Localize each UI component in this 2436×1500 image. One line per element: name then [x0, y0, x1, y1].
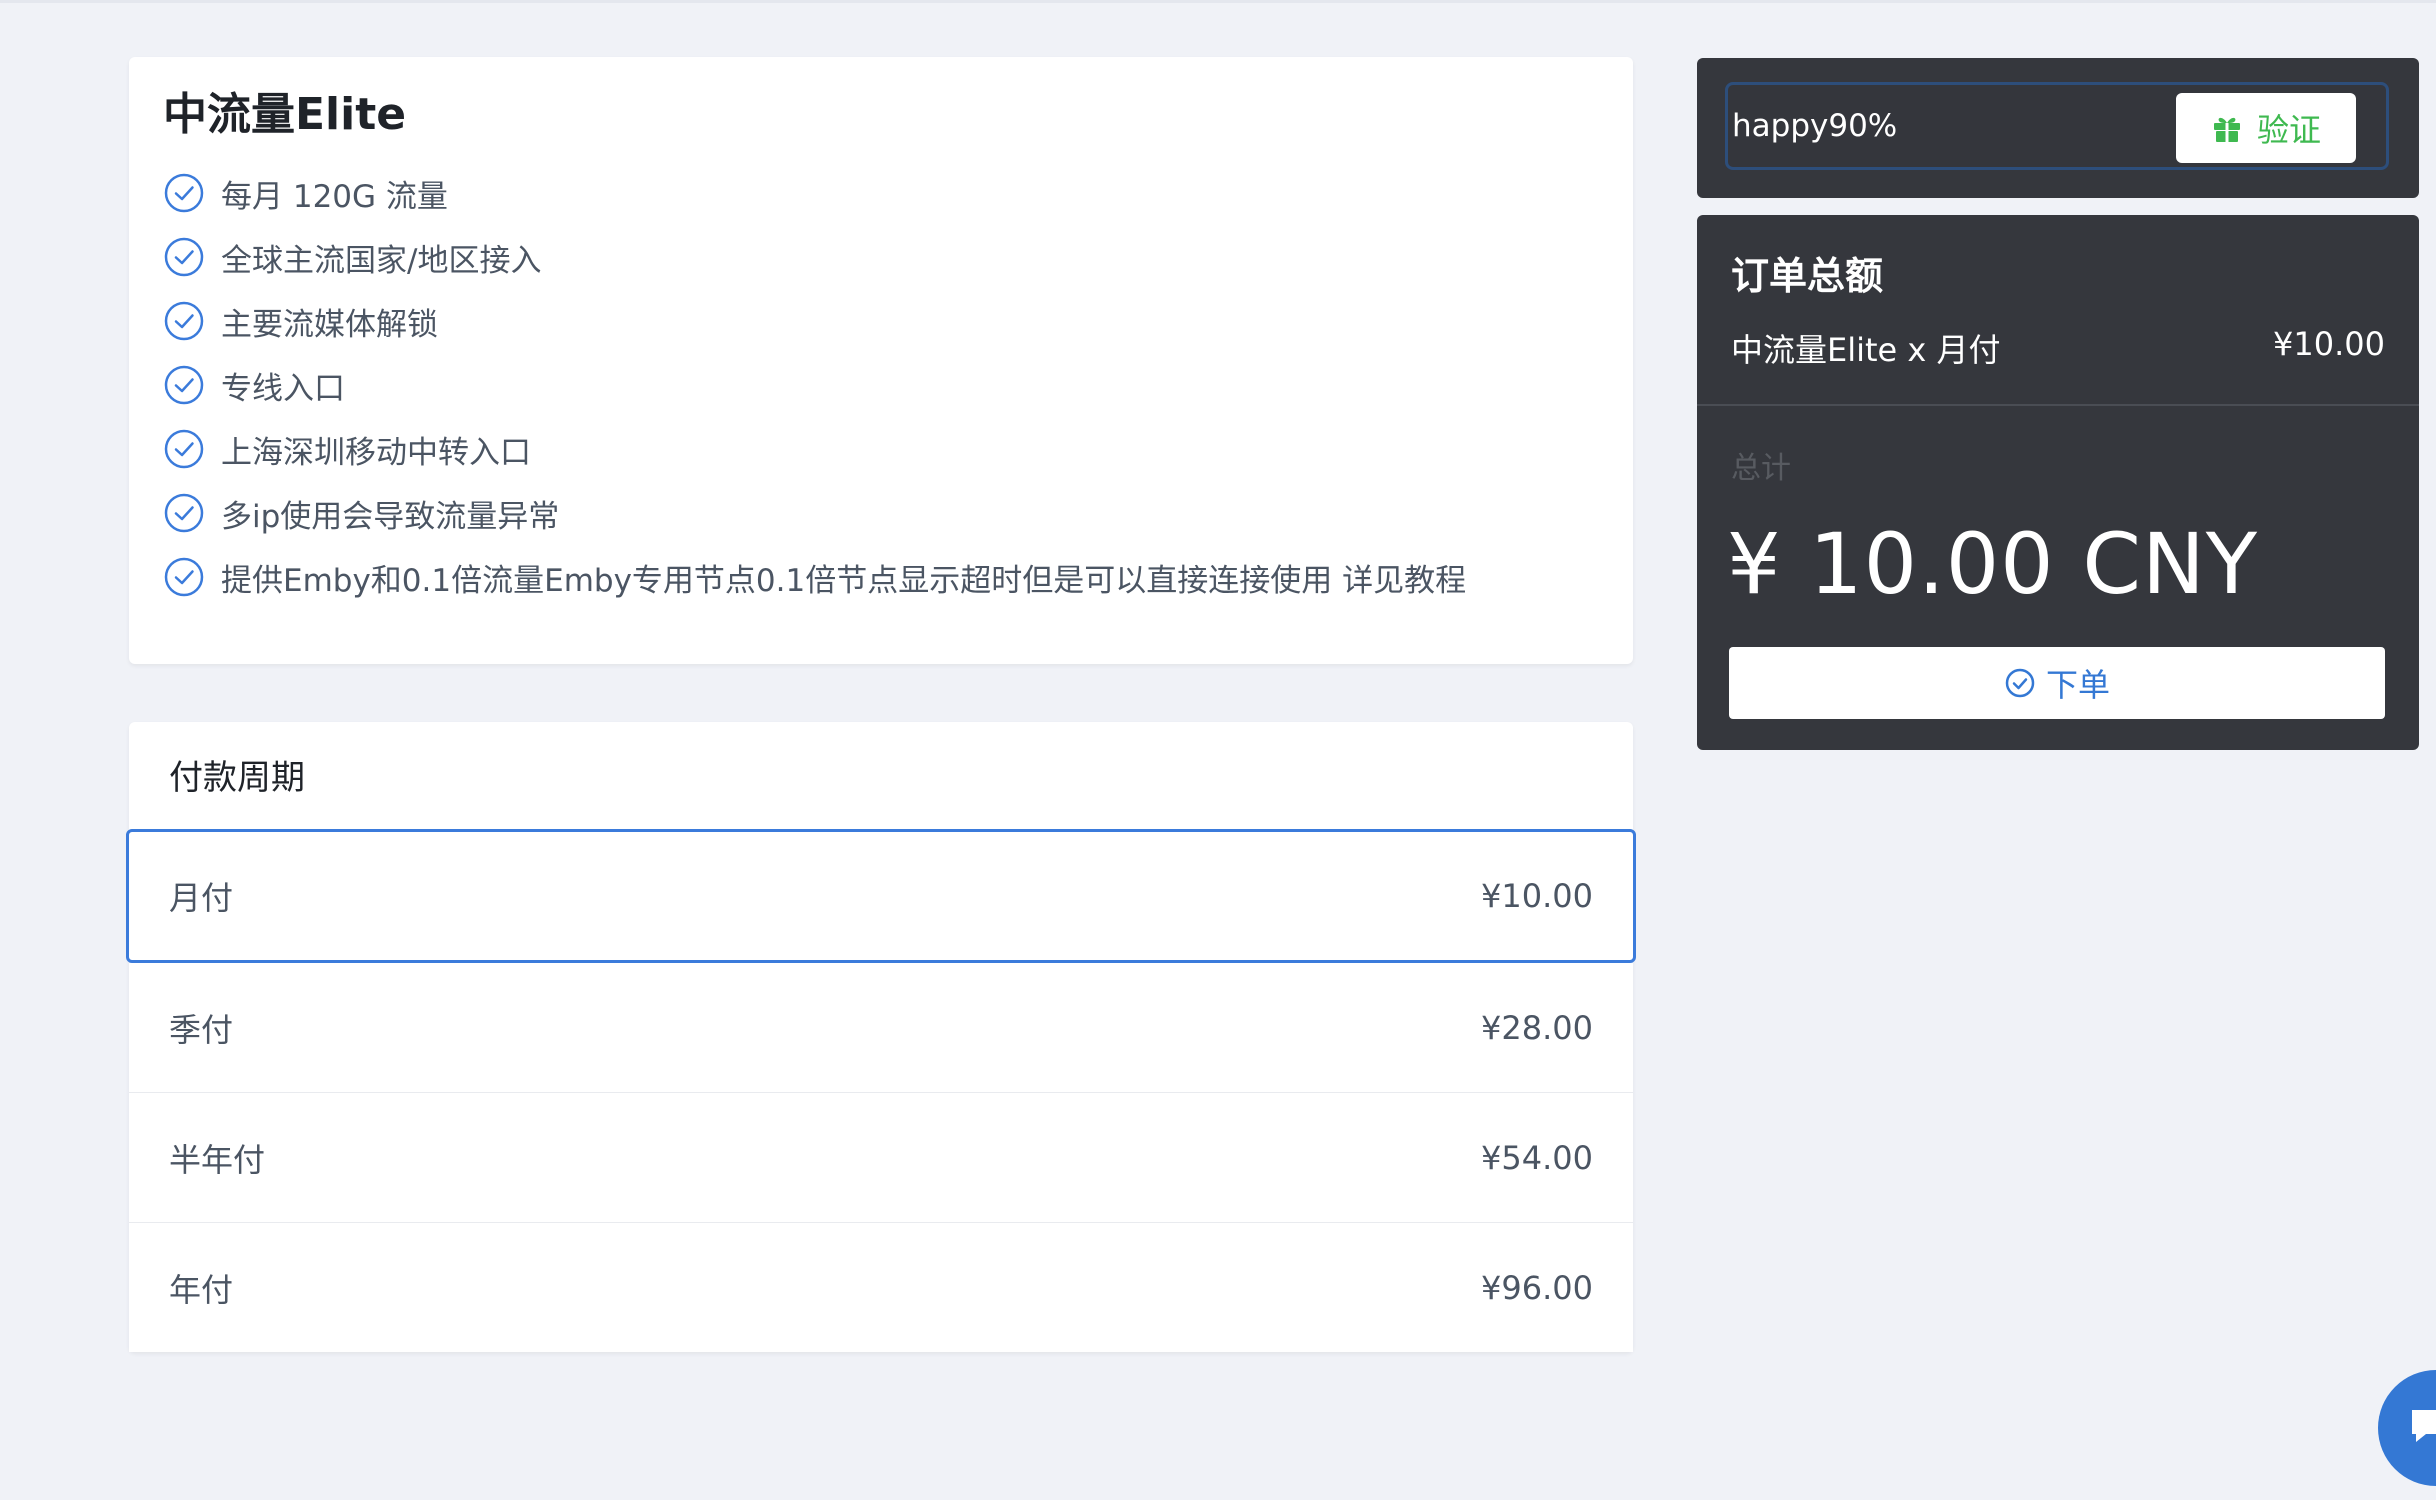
- period-option-price: ¥96.00: [1481, 1268, 1593, 1307]
- period-option-price: ¥10.00: [1481, 877, 1593, 915]
- total-amount: ¥ 10.00 CNY: [1727, 515, 2259, 613]
- feature-text: 专线入口: [221, 370, 345, 407]
- total-label: 总计: [1731, 451, 1791, 486]
- period-option-name: 月付: [169, 879, 234, 917]
- summary-divider: [1697, 404, 2419, 406]
- check-circle-icon: [164, 557, 204, 597]
- order-line-name: 中流量Elite x 月付: [1731, 331, 2001, 369]
- order-line-price: ¥10.00: [2273, 325, 2385, 363]
- feature-item: 上海深圳移动中转入口: [163, 417, 1599, 481]
- check-circle-icon: [164, 237, 204, 277]
- place-order-label: 下单: [2045, 666, 2110, 704]
- period-option-yearly[interactable]: 年付 ¥96.00: [129, 1222, 1633, 1352]
- feature-text: 主要流媒体解锁: [221, 306, 438, 343]
- check-circle-icon: [2005, 668, 2035, 698]
- period-option-name: 年付: [169, 1270, 234, 1309]
- gift-icon: [2213, 117, 2240, 142]
- feature-text: 上海深圳移动中转入口: [221, 434, 531, 471]
- order-line-item: 中流量Elite x 月付 ¥10.00: [1731, 325, 2385, 371]
- check-circle-icon: [164, 429, 204, 469]
- verify-button-label: 验证: [2256, 111, 2321, 149]
- coupon-input[interactable]: [1728, 85, 2176, 167]
- coupon-card: 验证: [1697, 58, 2419, 198]
- feature-item: 提供Emby和0.1倍流量Emby专用节点0.1倍节点显示超时但是可以直接连接使…: [163, 545, 1599, 609]
- period-option-name: 半年付: [169, 1140, 266, 1179]
- period-option-name: 季付: [169, 1010, 234, 1049]
- payment-period-card: 付款周期 月付 ¥10.00 季付 ¥28.00 半年付 ¥54.00 年付 ¥…: [126, 722, 1636, 1352]
- check-circle-icon: [164, 365, 204, 405]
- chat-button[interactable]: [2378, 1370, 2436, 1486]
- place-order-button[interactable]: 下单: [1729, 647, 2385, 719]
- check-circle-icon: [164, 173, 204, 213]
- feature-item: 多ip使用会导致流量异常: [163, 481, 1599, 545]
- period-option-quarterly[interactable]: 季付 ¥28.00: [129, 962, 1633, 1092]
- period-option-price: ¥28.00: [1481, 1008, 1593, 1047]
- coupon-input-group: 验证: [1725, 82, 2389, 170]
- order-summary-card: 订单总额 中流量Elite x 月付 ¥10.00 总计 ¥ 10.00 CNY…: [1697, 215, 2419, 750]
- feature-text: 多ip使用会导致流量异常: [221, 498, 560, 535]
- period-option-monthly[interactable]: 月付 ¥10.00: [126, 829, 1636, 963]
- top-border: [0, 0, 2436, 3]
- feature-item: 专线入口: [163, 353, 1599, 417]
- payment-period-title: 付款周期: [169, 758, 305, 798]
- chat-icon: [2412, 1410, 2436, 1442]
- period-option-half-year[interactable]: 半年付 ¥54.00: [129, 1092, 1633, 1222]
- feature-text: 每月 120G 流量: [221, 178, 448, 215]
- plan-title: 中流量Elite: [163, 89, 407, 140]
- feature-text: 全球主流国家/地区接入: [221, 242, 542, 279]
- plan-card: 中流量Elite 每月 120G 流量 全球主流国家/地区接入 主要流媒体解锁 …: [129, 57, 1633, 664]
- check-circle-icon: [164, 301, 204, 341]
- feature-item: 每月 120G 流量: [163, 161, 1599, 225]
- period-option-price: ¥54.00: [1481, 1138, 1593, 1177]
- verify-coupon-button[interactable]: 验证: [2176, 93, 2356, 163]
- check-circle-icon: [164, 493, 204, 533]
- feature-item: 全球主流国家/地区接入: [163, 225, 1599, 289]
- feature-text: 提供Emby和0.1倍流量Emby专用节点0.1倍节点显示超时但是可以直接连接使…: [221, 562, 1467, 599]
- order-summary-title: 订单总额: [1731, 254, 1884, 298]
- feature-item: 主要流媒体解锁: [163, 289, 1599, 353]
